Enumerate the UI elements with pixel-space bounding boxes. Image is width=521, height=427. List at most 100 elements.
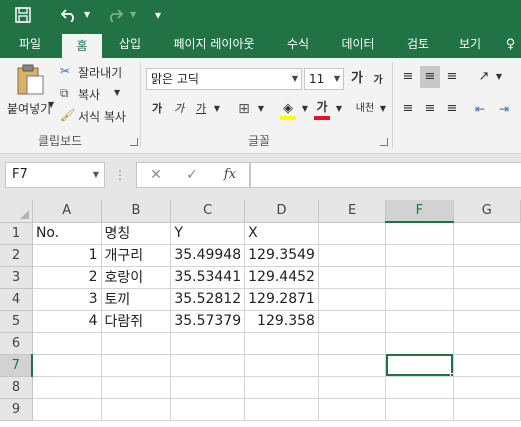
- cell[interactable]: Y: [170, 222, 246, 245]
- cell[interactable]: [318, 354, 387, 377]
- font-name-combo[interactable]: 맑은 고딕 ▼: [146, 68, 302, 90]
- cell[interactable]: 다람쥐: [101, 310, 172, 333]
- font-color-button[interactable]: 가: [312, 98, 332, 120]
- phonetic-dropdown-icon[interactable]: ▼: [378, 98, 388, 120]
- grow-font-button[interactable]: 가: [348, 68, 366, 90]
- cell[interactable]: [318, 310, 387, 333]
- column-header[interactable]: A: [32, 200, 102, 223]
- worksheet-grid[interactable]: A B C D E F G 1 No. 명칭 Y X 2 1 개구리 35.49…: [0, 200, 521, 427]
- cell[interactable]: [101, 354, 172, 377]
- column-header[interactable]: C: [170, 200, 246, 223]
- shrink-font-button[interactable]: 가: [370, 70, 386, 92]
- undo-dropdown-icon[interactable]: ▼: [84, 4, 90, 26]
- cell[interactable]: [170, 376, 246, 399]
- font-size-combo[interactable]: 11 ▼: [304, 68, 344, 90]
- cell[interactable]: [318, 376, 387, 399]
- cell[interactable]: [385, 244, 454, 267]
- font-color-dropdown-icon[interactable]: ▼: [334, 98, 344, 120]
- tab-home[interactable]: 홈: [62, 34, 102, 58]
- cell[interactable]: [32, 376, 102, 399]
- cell[interactable]: [318, 222, 387, 245]
- cell[interactable]: 35.57379: [170, 310, 246, 333]
- phonetic-button[interactable]: 내천: [354, 98, 376, 120]
- cell[interactable]: [170, 332, 246, 355]
- tab-data[interactable]: 데이터: [332, 31, 384, 58]
- orientation-dropdown-icon[interactable]: ▼: [494, 66, 504, 88]
- border-dropdown-icon[interactable]: ▼: [256, 98, 266, 120]
- cell[interactable]: [453, 310, 521, 333]
- row-header[interactable]: 8: [0, 376, 33, 399]
- clipboard-launcher-icon[interactable]: [130, 138, 138, 146]
- column-header[interactable]: B: [101, 200, 172, 223]
- tab-view[interactable]: 보기: [448, 31, 492, 58]
- cell[interactable]: No.: [32, 222, 102, 245]
- cell[interactable]: [244, 376, 319, 399]
- cell[interactable]: 129.2871: [244, 288, 319, 311]
- lightbulb-icon[interactable]: ♀: [500, 31, 521, 58]
- enter-icon[interactable]: ✓: [180, 162, 204, 188]
- border-icon[interactable]: ⊞: [234, 98, 254, 120]
- cell[interactable]: 35.49948: [170, 244, 246, 267]
- paste-dropdown-icon[interactable]: ▼: [48, 100, 54, 109]
- cell[interactable]: [385, 332, 454, 355]
- cell[interactable]: [32, 354, 102, 377]
- italic-button[interactable]: 가: [170, 98, 188, 120]
- cell[interactable]: 토끼: [101, 288, 172, 311]
- save-icon[interactable]: [12, 4, 34, 26]
- column-header[interactable]: G: [453, 200, 521, 223]
- name-box[interactable]: F7 ▼: [5, 162, 105, 188]
- underline-dropdown-icon[interactable]: ▼: [212, 98, 222, 120]
- cell[interactable]: [244, 354, 319, 377]
- cancel-icon[interactable]: ✕: [144, 162, 168, 188]
- cell[interactable]: [318, 288, 387, 311]
- redo-dropdown-icon[interactable]: ▼: [130, 4, 136, 26]
- cell[interactable]: [385, 310, 454, 333]
- cell[interactable]: [32, 332, 102, 355]
- cell[interactable]: 호랑이: [101, 266, 172, 289]
- cell[interactable]: 3: [32, 288, 102, 311]
- cell[interactable]: [318, 244, 387, 267]
- cell[interactable]: 4: [32, 310, 102, 333]
- cell[interactable]: [453, 332, 521, 355]
- cell[interactable]: [318, 332, 387, 355]
- cell[interactable]: [170, 398, 246, 421]
- row-header[interactable]: 4: [0, 288, 33, 311]
- redo-icon[interactable]: [104, 4, 126, 26]
- cell[interactable]: 129.3549: [244, 244, 319, 267]
- select-all-corner[interactable]: [0, 200, 33, 223]
- cell[interactable]: [101, 398, 172, 421]
- align-bottom-icon[interactable]: ≡: [442, 66, 462, 88]
- fill-color-dropdown-icon[interactable]: ▼: [300, 98, 310, 120]
- column-header[interactable]: D: [244, 200, 319, 223]
- copy-button[interactable]: ⧉ 복사 ▼: [60, 86, 130, 104]
- cell[interactable]: 129.4452: [244, 266, 319, 289]
- cell[interactable]: [318, 398, 387, 421]
- insert-function-button[interactable]: fx: [216, 162, 244, 188]
- underline-button[interactable]: 가: [192, 98, 210, 120]
- decrease-indent-icon[interactable]: ⇤: [470, 98, 490, 120]
- cell[interactable]: [101, 376, 172, 399]
- cut-button[interactable]: ✂ 잘라내기: [60, 64, 130, 82]
- cell[interactable]: [453, 288, 521, 311]
- cell[interactable]: X: [244, 222, 319, 245]
- row-header[interactable]: 9: [0, 398, 33, 421]
- cell[interactable]: [453, 398, 521, 421]
- cell[interactable]: 개구리: [101, 244, 172, 267]
- tab-formulas[interactable]: 수식: [276, 31, 320, 58]
- active-cell[interactable]: [385, 354, 454, 377]
- cell[interactable]: [318, 266, 387, 289]
- fill-color-button[interactable]: ◈: [278, 98, 298, 120]
- row-header[interactable]: 2: [0, 244, 33, 267]
- align-middle-icon[interactable]: ≡: [420, 66, 440, 88]
- tab-page-layout[interactable]: 페이지 레이아웃: [162, 31, 266, 58]
- cell[interactable]: [385, 376, 454, 399]
- bold-button[interactable]: 가: [148, 98, 166, 120]
- fill-handle[interactable]: [449, 372, 452, 375]
- tab-review[interactable]: 검토: [396, 31, 440, 58]
- cell[interactable]: [244, 398, 319, 421]
- copy-dropdown-icon[interactable]: ▼: [114, 88, 120, 97]
- increase-indent-icon[interactable]: ⇥: [494, 98, 514, 120]
- paste-button[interactable]: 붙여넣기 ▼: [4, 62, 54, 120]
- row-header[interactable]: 6: [0, 332, 33, 355]
- row-header[interactable]: 5: [0, 310, 33, 333]
